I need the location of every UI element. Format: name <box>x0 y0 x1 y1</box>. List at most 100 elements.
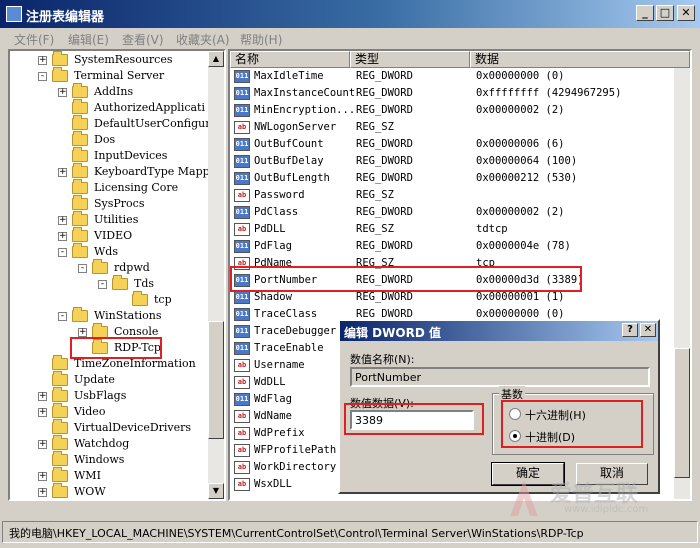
string-value-icon: ab <box>234 410 250 423</box>
value-name: WdName <box>254 410 292 422</box>
value-data-input[interactable]: 3389 <box>350 410 474 430</box>
value-row[interactable]: 011 OutBufCount REG_DWORD 0x00000006 (6) <box>230 136 690 153</box>
folder-icon <box>72 195 88 210</box>
folder-icon <box>72 307 88 322</box>
value-row[interactable]: 011 PdClass REG_DWORD 0x00000002 (2) <box>230 204 690 221</box>
menu-favorites[interactable]: 收藏夹(A) <box>176 31 230 48</box>
hex-radio-label[interactable]: 十六进制(H) <box>525 407 586 423</box>
dialog-close-button[interactable]: ✕ <box>640 323 656 337</box>
value-row[interactable]: 011 MaxInstanceCount REG_DWORD 0xffffffff (… <box>230 85 690 102</box>
folder-icon <box>72 179 88 194</box>
dword-value-icon: 011 <box>234 138 250 151</box>
maximize-button[interactable]: □ <box>656 5 674 21</box>
value-name: TraceDebugger <box>254 325 337 337</box>
column-header-type[interactable]: 类型 <box>350 51 470 68</box>
value-row[interactable]: 011 MinEncryption... REG_DWORD 0x00000002 (… <box>230 102 690 119</box>
collapse-icon[interactable]: - <box>98 280 107 289</box>
value-name: WorkDirectory <box>254 461 337 473</box>
value-data: 0x00000d3d (3389) <box>476 274 584 286</box>
expand-icon[interactable]: + <box>58 232 67 241</box>
value-row[interactable]: 011 OutBufLength REG_DWORD 0x00000212 (530) <box>230 170 690 187</box>
value-row[interactable]: 011 PdFlag REG_DWORD 0x0000004e (78) <box>230 238 690 255</box>
tree-item-label: WMI <box>74 469 101 482</box>
value-type: REG_DWORD <box>356 291 413 303</box>
dword-value-icon: 011 <box>234 172 250 185</box>
value-name: WdPrefix <box>254 427 305 439</box>
expand-icon[interactable]: + <box>38 440 47 449</box>
collapse-icon[interactable]: - <box>38 72 47 81</box>
string-value-icon: ab <box>234 478 250 491</box>
list-vertical-scrollbar[interactable] <box>674 68 690 499</box>
folder-icon <box>72 243 88 258</box>
dialog-title: 编辑 DWORD 值 <box>344 326 441 340</box>
value-name: OutBufCount <box>254 138 324 150</box>
folder-icon <box>52 371 68 386</box>
tree-item-label: Utilities <box>94 213 139 226</box>
value-row[interactable]: ab PdName REG_SZ tcp <box>230 255 690 272</box>
value-name-field: PortNumber <box>350 367 650 387</box>
folder-icon <box>52 355 68 370</box>
dialog-title-bar[interactable]: 编辑 DWORD 值 ? ✕ <box>340 321 658 341</box>
expand-icon[interactable]: + <box>38 408 47 417</box>
decimal-radio[interactable] <box>509 430 521 442</box>
folder-icon <box>52 483 68 498</box>
collapse-icon[interactable]: - <box>58 312 67 321</box>
folder-icon <box>72 163 88 178</box>
close-button[interactable]: ✕ <box>677 5 695 21</box>
value-row[interactable]: 011 OutBufDelay REG_DWORD 0x00000064 (100) <box>230 153 690 170</box>
menu-help[interactable]: 帮助(H) <box>240 31 282 48</box>
list-scroll-thumb[interactable] <box>674 348 690 478</box>
value-name: Username <box>254 359 305 371</box>
expand-icon[interactable]: + <box>38 392 47 401</box>
expand-icon[interactable]: + <box>38 488 47 497</box>
collapse-icon[interactable]: - <box>58 248 67 257</box>
edit-dword-dialog[interactable]: 编辑 DWORD 值 ? ✕ 数值名称(N): PortNumber 数值数据(… <box>338 319 660 494</box>
value-row[interactable]: 011 Shadow REG_DWORD 0x00000001 (1) <box>230 289 690 306</box>
tree-vertical-scrollbar[interactable]: ▲ ▼ <box>208 51 224 499</box>
value-row[interactable]: ab NWLogonServer REG_SZ <box>230 119 690 136</box>
expand-icon[interactable]: + <box>38 472 47 481</box>
expand-icon[interactable]: + <box>58 88 67 97</box>
value-row[interactable]: 011 MaxIdleTime REG_DWORD 0x00000000 (0) <box>230 68 690 85</box>
folder-icon <box>52 387 68 402</box>
value-row[interactable]: ab Password REG_SZ <box>230 187 690 204</box>
tree-item-label: InputDevices <box>94 149 168 162</box>
value-name: TraceEnable <box>254 342 324 354</box>
status-bar: 我的电脑\HKEY_LOCAL_MACHINE\SYSTEM\CurrentCo… <box>2 521 698 543</box>
scroll-down-arrow-icon[interactable]: ▼ <box>208 483 224 499</box>
tree-scroll-thumb[interactable] <box>208 321 224 439</box>
scroll-up-arrow-icon[interactable]: ▲ <box>208 51 224 67</box>
tree-item-label: Dos <box>94 133 116 146</box>
string-value-icon: ab <box>234 121 250 134</box>
column-header-data[interactable]: 数据 <box>470 51 690 68</box>
menu-view[interactable]: 查看(V) <box>122 31 164 48</box>
value-row[interactable]: 011 PortNumber REG_DWORD 0x00000d3d (3389) <box>230 272 690 289</box>
folder-icon <box>52 435 68 450</box>
folder-icon <box>72 227 88 242</box>
minimize-button[interactable]: _ <box>636 5 654 21</box>
collapse-icon[interactable]: - <box>78 264 87 273</box>
value-data: 0x00000001 (1) <box>476 291 565 303</box>
folder-icon <box>72 211 88 226</box>
value-row[interactable]: ab PdDLL REG_SZ tdtcp <box>230 221 690 238</box>
value-data: 0x00000002 (2) <box>476 206 565 218</box>
decimal-radio-label[interactable]: 十进制(D) <box>525 429 575 445</box>
menu-edit[interactable]: 编辑(E) <box>68 31 109 48</box>
dialog-help-button[interactable]: ? <box>622 323 638 337</box>
expand-icon[interactable]: + <box>38 56 47 65</box>
window-title-bar[interactable]: 注册表编辑器 _ □ ✕ <box>0 0 700 28</box>
string-value-icon: ab <box>234 376 250 389</box>
expand-icon[interactable]: + <box>58 168 67 177</box>
expand-icon[interactable]: + <box>78 328 87 337</box>
dword-value-icon: 011 <box>234 342 250 355</box>
menu-file[interactable]: 文件(F) <box>14 31 54 48</box>
column-header-name[interactable]: 名称 <box>230 51 350 68</box>
dword-value-icon: 011 <box>234 155 250 168</box>
hex-radio[interactable] <box>509 408 521 420</box>
expand-icon[interactable]: + <box>58 216 67 225</box>
value-name: WsxDLL <box>254 478 292 490</box>
value-type: REG_DWORD <box>356 87 413 99</box>
registry-tree[interactable]: + SystemResources - Terminal Server + AddIns A… <box>8 49 226 501</box>
tree-item-label: Watchdog <box>74 437 130 450</box>
dword-value-icon: 011 <box>234 393 250 406</box>
